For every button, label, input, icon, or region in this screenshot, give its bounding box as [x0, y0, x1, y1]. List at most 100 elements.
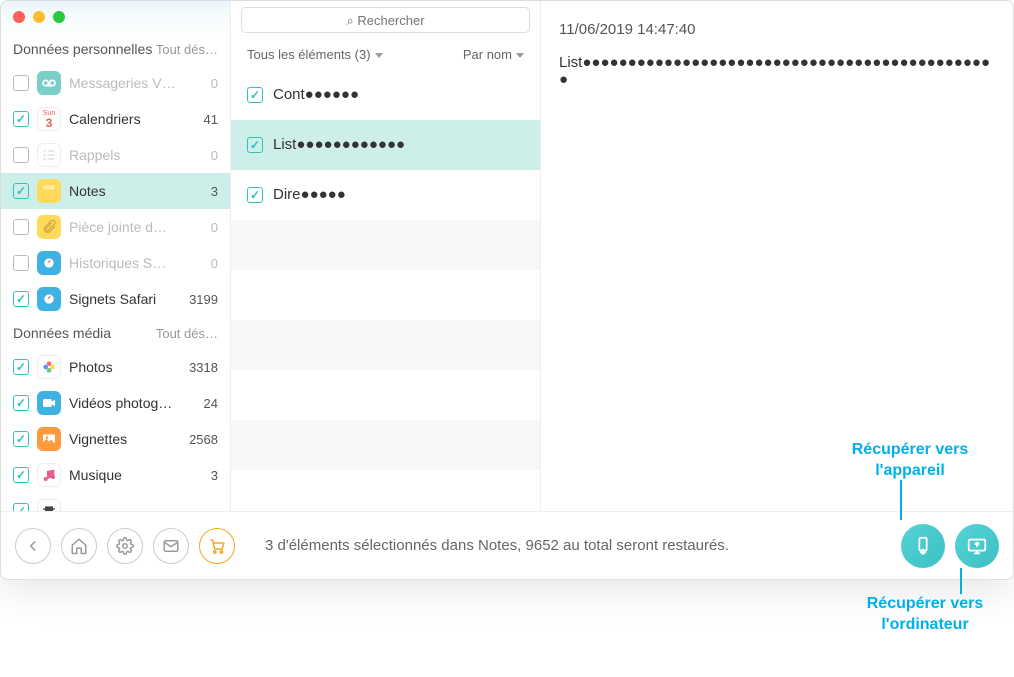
checkbox[interactable]: [247, 187, 263, 203]
status-text: 3 d'éléments sélectionnés dans Notes, 96…: [245, 537, 891, 554]
checkbox[interactable]: [13, 291, 29, 307]
checkbox[interactable]: [247, 137, 263, 153]
cart-button[interactable]: [199, 528, 235, 564]
sidebar: Données personnelles Tout dés… Messageries…: [1, 1, 231, 511]
sidebar-item[interactable]: Rappels 0: [1, 137, 230, 173]
note-body: List●●●●●●●●●●●●●●●●●●●●●●●●●●●●●●●●●●●●…: [559, 54, 995, 88]
checkbox[interactable]: [13, 147, 29, 163]
checkbox[interactable]: [13, 111, 29, 127]
sidebar-item[interactable]: Notes 3: [1, 173, 230, 209]
list-header: Tous les éléments (3) Par nom: [231, 39, 540, 70]
minimize-window-button[interactable]: [33, 11, 45, 23]
checkbox[interactable]: [13, 467, 29, 483]
sidebar-item-count: 3199: [189, 292, 218, 307]
note-date: 11/06/2019 14:47:40: [559, 21, 995, 38]
note-title: List●●●●●●●●●●●●: [273, 136, 524, 153]
notes-list-column: Tous les éléments (3) Par nom Cont●●●●●●…: [231, 1, 541, 511]
sidebar-item-label: Historiques S…: [69, 255, 203, 271]
film-icon: [37, 499, 61, 511]
sidebar-item-label: Rappels: [69, 147, 203, 163]
note-row[interactable]: List●●●●●●●●●●●●: [231, 120, 540, 170]
section-header: Données média Tout dés…: [1, 317, 230, 349]
sidebar-item-label: Musique: [69, 467, 203, 483]
recover-to-computer-button[interactable]: [955, 524, 999, 568]
sidebar-item-label: Signets Safari: [69, 291, 181, 307]
sidebar-item[interactable]: [1, 493, 230, 511]
window-controls: [1, 1, 230, 33]
sidebar-item-count: 0: [211, 220, 218, 235]
sidebar-item[interactable]: Photos3318: [1, 349, 230, 385]
attachment-icon: [37, 215, 61, 239]
search-input[interactable]: [241, 7, 530, 33]
sort-dropdown[interactable]: Par nom: [463, 47, 524, 62]
section-header: Données personnelles Tout dés…: [1, 33, 230, 65]
select-all-toggle[interactable]: Tout dés…: [156, 42, 218, 57]
section-title: Données personnelles: [13, 41, 152, 57]
sidebar-item-label: Pièce jointe d…: [69, 219, 203, 235]
voicemail-icon: [37, 71, 61, 95]
music-icon: [37, 463, 61, 487]
note-row[interactable]: Cont●●●●●●: [231, 70, 540, 120]
sidebar-item[interactable]: Vidéos photog…24: [1, 385, 230, 421]
sidebar-item-label: Vidéos photog…: [69, 395, 196, 411]
sidebar-item-count: 3: [211, 468, 218, 483]
checkbox[interactable]: [13, 255, 29, 271]
sidebar-item[interactable]: Historiques S… 0: [1, 245, 230, 281]
checkbox[interactable]: [13, 503, 29, 511]
section-title: Données média: [13, 325, 111, 341]
note-row[interactable]: Dire●●●●●: [231, 170, 540, 220]
checkbox[interactable]: [247, 87, 263, 103]
sidebar-item-count: 2568: [189, 432, 218, 447]
note-title: Dire●●●●●: [273, 186, 524, 203]
maximize-window-button[interactable]: [53, 11, 65, 23]
sidebar-item-label: Notes: [69, 183, 203, 199]
sidebar-item-label: Vignettes: [69, 431, 181, 447]
note-title: Cont●●●●●●: [273, 86, 524, 103]
sidebar-item-label: Calendriers: [69, 111, 196, 127]
filter-dropdown[interactable]: Tous les éléments (3): [247, 47, 383, 62]
safari-history-icon: [37, 251, 61, 275]
home-button[interactable]: [61, 528, 97, 564]
sidebar-item[interactable]: Signets Safari 3199: [1, 281, 230, 317]
checkbox[interactable]: [13, 75, 29, 91]
annotation-computer: Récupérer vers l'ordinateur: [845, 594, 1005, 636]
sidebar-item-count: 41: [204, 112, 218, 127]
sidebar-item[interactable]: Musique 3: [1, 457, 230, 493]
select-all-toggle[interactable]: Tout dés…: [156, 326, 218, 341]
checkbox[interactable]: [13, 395, 29, 411]
footer-bar: 3 d'éléments sélectionnés dans Notes, 96…: [1, 511, 1013, 579]
sidebar-item-count: 0: [211, 76, 218, 91]
sidebar-item-count: 0: [211, 148, 218, 163]
sidebar-item-count: 3318: [189, 360, 218, 375]
settings-button[interactable]: [107, 528, 143, 564]
sidebar-item[interactable]: Vignettes 2568: [1, 421, 230, 457]
note-detail-column: 11/06/2019 14:47:40 List●●●●●●●●●●●●●●●●…: [541, 1, 1013, 511]
mail-button[interactable]: [153, 528, 189, 564]
empty-row: [231, 220, 540, 270]
close-window-button[interactable]: [13, 11, 25, 23]
sidebar-item-label: Messageries V…: [69, 75, 203, 91]
empty-row: [231, 320, 540, 370]
checkbox[interactable]: [13, 431, 29, 447]
safari-bookmarks-icon: [37, 287, 61, 311]
empty-row: [231, 420, 540, 470]
empty-row: [231, 370, 540, 420]
photos-icon: [37, 355, 61, 379]
reminders-icon: [37, 143, 61, 167]
sidebar-item-count: 0: [211, 256, 218, 271]
checkbox[interactable]: [13, 359, 29, 375]
calendar-icon: Sun3: [37, 107, 61, 131]
back-button[interactable]: [15, 528, 51, 564]
checkbox[interactable]: [13, 183, 29, 199]
sidebar-item-count: 3: [211, 184, 218, 199]
checkbox[interactable]: [13, 219, 29, 235]
sidebar-item[interactable]: Messageries V… 0: [1, 65, 230, 101]
videos-icon: [37, 391, 61, 415]
recover-to-device-button[interactable]: [901, 524, 945, 568]
sidebar-item[interactable]: Pièce jointe d… 0: [1, 209, 230, 245]
thumbnails-icon: [37, 427, 61, 451]
sidebar-item[interactable]: Sun3 Calendriers 41: [1, 101, 230, 137]
notes-icon: [37, 179, 61, 203]
empty-row: [231, 270, 540, 320]
empty-row: [231, 470, 540, 511]
